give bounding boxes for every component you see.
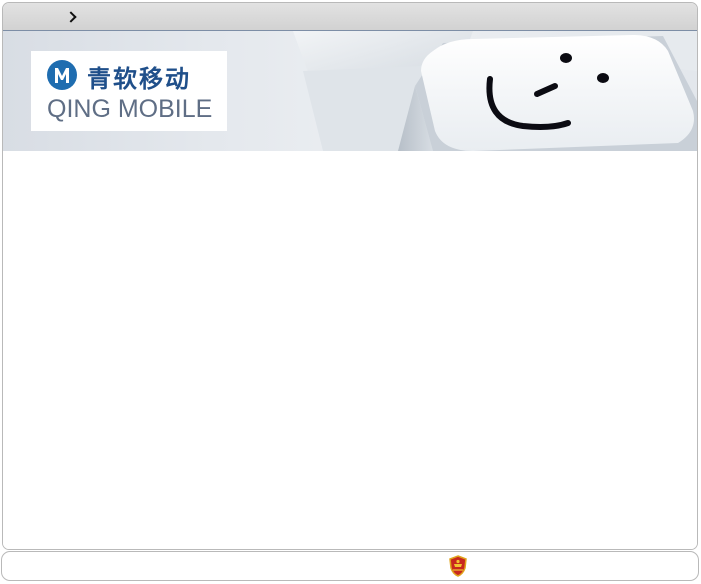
header-banner: 青软移动 QING MOBILE [3, 31, 697, 151]
breadcrumb[interactable] [3, 3, 77, 30]
logo-english-name: QING MOBILE [47, 95, 213, 123]
national-emblem-icon[interactable] [448, 555, 468, 577]
logo-chinese-name: 青软移动 [87, 65, 191, 93]
page: 青软移动 QING MOBILE [0, 0, 701, 584]
logo-mark-icon [47, 60, 77, 90]
chevron-right-icon[interactable] [65, 10, 77, 23]
content-area [3, 151, 697, 549]
main-frame: 青软移动 QING MOBILE [2, 2, 698, 550]
footer-bar [1, 551, 699, 581]
company-logo[interactable]: 青软移动 QING MOBILE [31, 51, 227, 131]
top-bar [3, 3, 697, 31]
